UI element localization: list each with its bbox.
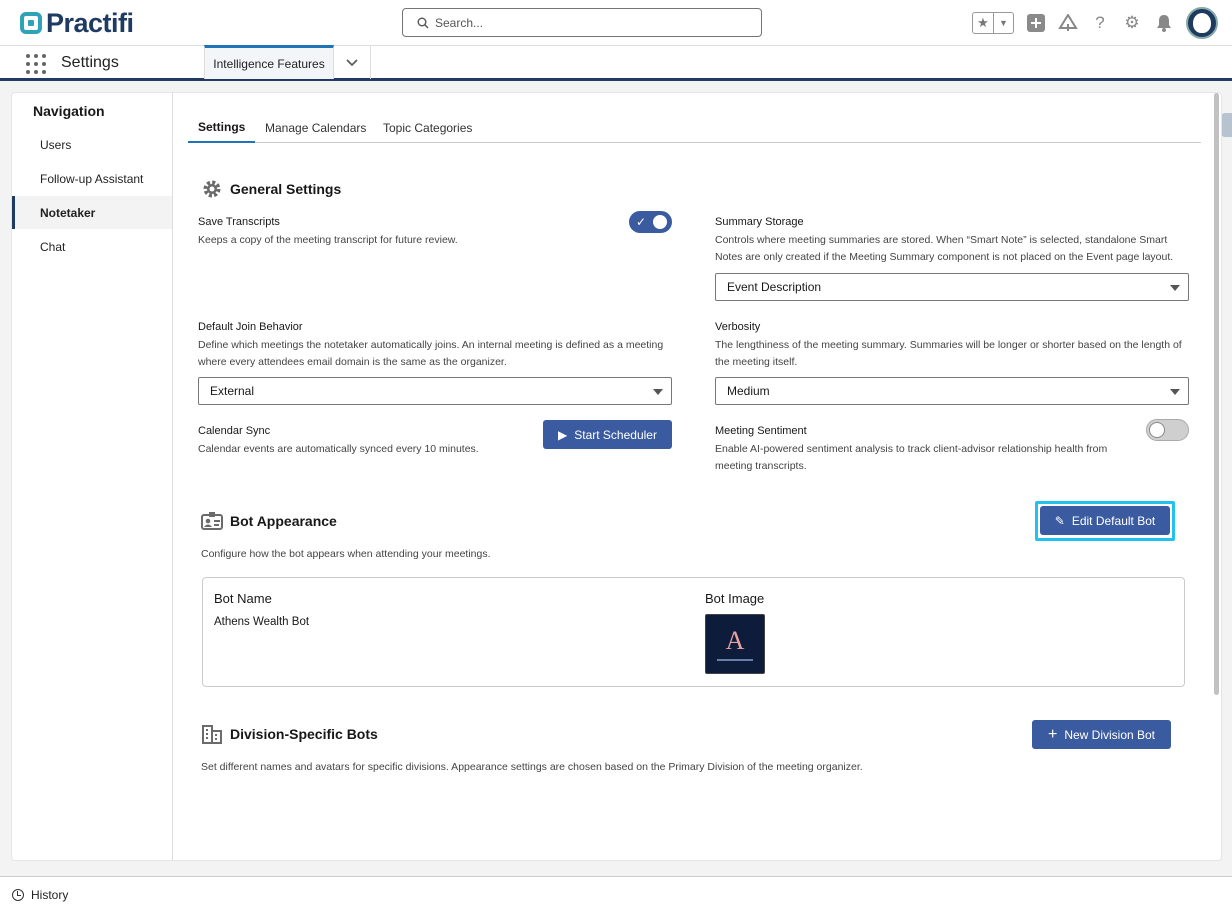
bot-image: A	[705, 614, 765, 674]
bot-appearance-title: Bot Appearance	[230, 513, 337, 529]
search-input[interactable]	[435, 15, 735, 30]
verbosity-select[interactable]: Medium	[715, 377, 1189, 405]
bot-image-letter: A	[725, 625, 745, 655]
verbosity-label: Verbosity	[715, 321, 761, 333]
plus-icon: +	[1047, 725, 1058, 743]
settings-navigation: Navigation Users Follow-up Assistant Not…	[12, 93, 173, 860]
global-header: Practifi ★ ▼ ? ⚙	[0, 0, 1232, 46]
dropdown-caret-icon	[653, 389, 663, 395]
default-join-label: Default Join Behavior	[198, 321, 303, 333]
play-icon: ▶	[558, 427, 568, 442]
division-bots-title: Division-Specific Bots	[230, 726, 378, 742]
bot-image-header: Bot Image	[705, 591, 765, 606]
verbosity-desc: The lengthiness of the meeting summary. …	[715, 339, 1182, 368]
start-scheduler-button[interactable]: ▶ Start Scheduler	[543, 420, 672, 449]
nav-item-notetaker[interactable]: Notetaker	[12, 196, 172, 229]
dropdown-caret-icon	[1170, 285, 1180, 291]
tab-topic-categories[interactable]: Topic Categories	[383, 113, 472, 143]
dropdown-caret-icon	[1170, 389, 1180, 395]
new-division-bot-label: New Division Bot	[1064, 727, 1156, 742]
calendar-sync-desc: Calendar events are automatically synced…	[198, 443, 479, 455]
app-launcher-icon[interactable]	[26, 54, 46, 74]
bot-appearance-desc: Configure how the bot appears when atten…	[201, 548, 491, 560]
notifications-bell-icon[interactable]	[1154, 13, 1174, 33]
search-icon	[417, 17, 429, 28]
save-transcripts-label: Save Transcripts	[198, 216, 280, 228]
default-join-desc: Define which meetings the notetaker auto…	[198, 339, 664, 368]
settings-subtabs: Settings Manage Calendars Topic Categori…	[188, 113, 1201, 143]
general-settings-title: General Settings	[230, 181, 342, 197]
tab-manage-calendars[interactable]: Manage Calendars	[265, 113, 366, 143]
new-division-bot-button[interactable]: + New Division Bot	[1032, 720, 1171, 749]
verbosity-value: Medium	[727, 384, 770, 398]
add-icon[interactable]	[1026, 13, 1046, 33]
summary-storage-label: Summary Storage	[715, 216, 804, 228]
trailhead-icon[interactable]	[1058, 13, 1078, 33]
bot-details-box: Bot Name Athens Wealth Bot Bot Image A	[202, 577, 1185, 687]
general-settings-heading: General Settings	[201, 178, 341, 200]
contact-card-icon	[201, 510, 223, 532]
default-join-value: External	[210, 384, 255, 398]
checkmark-icon: ✓	[636, 215, 647, 229]
global-search[interactable]	[402, 8, 762, 37]
division-bots-desc: Set different names and avatars for spec…	[201, 761, 863, 773]
tab-intelligence-features[interactable]: Intelligence Features	[204, 45, 334, 79]
tab-overflow-chevron-icon[interactable]	[334, 46, 371, 79]
practifi-logo-icon	[20, 12, 42, 34]
default-join-select[interactable]: External	[198, 377, 672, 405]
save-transcripts-toggle[interactable]: ✓	[629, 211, 672, 233]
start-scheduler-label: Start Scheduler	[574, 427, 657, 442]
history-clock-icon	[12, 889, 24, 901]
calendar-sync-label: Calendar Sync	[198, 425, 271, 437]
favorites-dropdown-icon[interactable]: ▼	[993, 13, 1013, 33]
meeting-sentiment-label: Meeting Sentiment	[715, 425, 807, 437]
building-icon	[201, 723, 223, 745]
help-icon[interactable]: ?	[1090, 13, 1110, 33]
history-item[interactable]: History	[31, 888, 68, 902]
user-avatar[interactable]	[1186, 7, 1218, 39]
navigation-title: Navigation	[33, 103, 105, 119]
save-transcripts-desc: Keeps a copy of the meeting transcript f…	[198, 234, 458, 246]
favorites-star-icon[interactable]: ★	[973, 13, 993, 33]
tab-settings[interactable]: Settings	[188, 113, 255, 143]
division-bots-heading: Division-Specific Bots	[201, 723, 378, 745]
bot-appearance-heading: Bot Appearance	[201, 510, 337, 532]
summary-storage-value: Event Description	[727, 280, 822, 294]
bot-name-header: Bot Name	[214, 591, 272, 606]
summary-storage-desc: Controls where meeting summaries are sto…	[715, 234, 1174, 263]
nav-item-users[interactable]: Users	[12, 128, 172, 161]
practifi-logo[interactable]: Practifi	[20, 7, 134, 38]
meeting-sentiment-toggle[interactable]	[1146, 419, 1189, 441]
summary-storage-select[interactable]: Event Description	[715, 273, 1189, 301]
content-scrollbar[interactable]	[1212, 93, 1220, 788]
side-panel-handle[interactable]	[1221, 113, 1232, 137]
favorites-group: ★ ▼	[972, 12, 1014, 34]
bot-name-value: Athens Wealth Bot	[214, 616, 310, 628]
app-name: Settings	[61, 54, 119, 71]
brand-name: Practifi	[46, 7, 134, 38]
nav-item-follow-up-assistant[interactable]: Follow-up Assistant	[12, 162, 172, 195]
utility-bar: History	[0, 876, 1232, 913]
setup-gear-icon[interactable]: ⚙	[1122, 13, 1142, 33]
settings-card: Navigation Users Follow-up Assistant Not…	[11, 92, 1222, 861]
nav-item-chat[interactable]: Chat	[12, 230, 172, 263]
edit-default-bot-button[interactable]: ✎ Edit Default Bot	[1040, 506, 1170, 535]
gear-icon	[201, 178, 223, 200]
meeting-sentiment-desc: Enable AI-powered sentiment analysis to …	[715, 443, 1108, 472]
edit-default-bot-label: Edit Default Bot	[1071, 513, 1156, 528]
app-navigation-bar: Settings Intelligence Features	[0, 45, 1232, 81]
pencil-icon: ✎	[1054, 513, 1065, 528]
